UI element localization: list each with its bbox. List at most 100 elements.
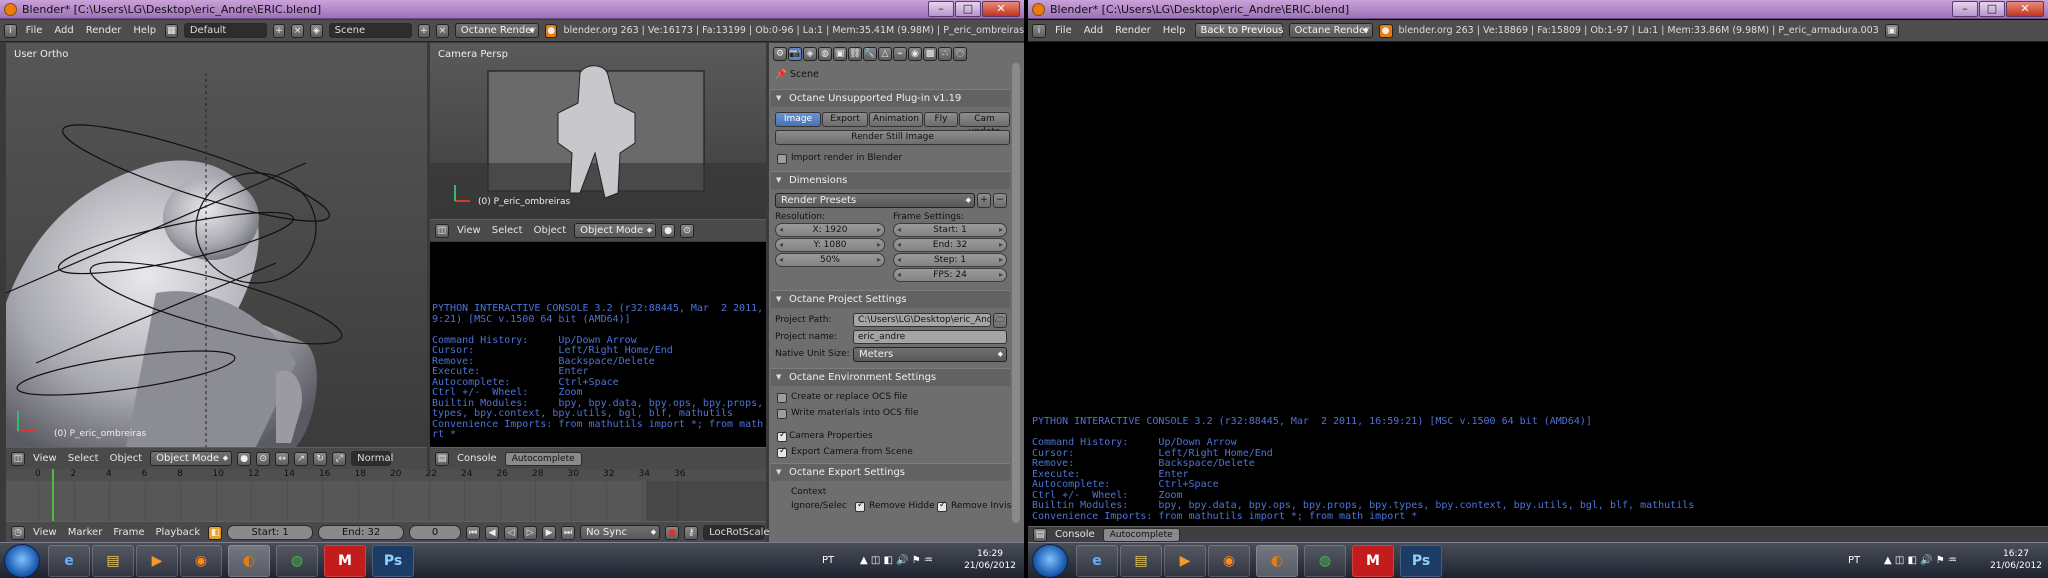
menu-help[interactable]: Help [1160, 25, 1189, 36]
properties-scrollbar[interactable] [1012, 63, 1020, 523]
maximize-button[interactable]: □ [1979, 1, 2005, 17]
editor-type-icon[interactable]: ◷ [11, 525, 25, 540]
taskbar-explorer[interactable]: ▤ [1120, 545, 1162, 577]
console-tab-autocomplete[interactable]: Autocomplete [1102, 527, 1180, 542]
frame-start-field[interactable]: Start: 1 [893, 223, 1007, 237]
panel-project-settings[interactable]: Octane Project Settings [771, 290, 1010, 308]
import-render-checkbox[interactable] [777, 154, 787, 164]
render-engine-dropdown[interactable]: Octane Render [1288, 23, 1373, 38]
start-button[interactable] [1032, 544, 1068, 578]
editor-type-icon[interactable]: ▤ [1033, 527, 1047, 542]
render-context-icon[interactable]: 📷 [788, 47, 802, 61]
menu-add[interactable]: Add [1081, 25, 1106, 36]
editor-type-icon[interactable]: i [1032, 23, 1046, 38]
pivot-icon[interactable]: ⊙ [680, 223, 695, 238]
data-icon[interactable]: △ [878, 47, 892, 61]
material-icon[interactable]: ◉ [908, 47, 922, 61]
menu-object[interactable]: Object [531, 225, 570, 236]
record-icon[interactable]: ● [665, 525, 680, 540]
preset-remove-button[interactable]: − [993, 193, 1007, 208]
python-console[interactable]: PYTHON INTERACTIVE CONSOLE 3.2 (r32:8844… [430, 242, 766, 447]
menu-playback[interactable]: Playback [152, 527, 203, 538]
taskbar-chrome[interactable]: ◍ [1304, 545, 1346, 577]
layout-add-icon[interactable]: + [272, 23, 286, 38]
editor-type-icon[interactable]: ◫ [435, 223, 449, 238]
tray-language[interactable]: PT [822, 555, 834, 566]
taskbar-m-app[interactable]: M [1352, 545, 1394, 577]
export-camera-checkbox[interactable] [777, 446, 787, 458]
range-icon[interactable]: ◧ [208, 525, 223, 540]
taskbar-photoshop[interactable]: Ps [372, 545, 414, 577]
frame-end-field[interactable]: End: 32 [893, 238, 1007, 252]
render-presets-dropdown[interactable]: Render Presets [775, 193, 975, 208]
taskbar-m-app[interactable]: M [324, 545, 366, 577]
editor-type-icon[interactable]: ⚙ [773, 47, 787, 61]
remove-invisible-checkbox[interactable] [937, 500, 947, 512]
tray-clock[interactable]: 16:27 21/06/2012 [1986, 548, 2046, 572]
translate-icon[interactable]: ↗ [294, 451, 309, 466]
close-button[interactable]: ✕ [982, 1, 1020, 17]
preset-add-button[interactable]: + [977, 193, 991, 208]
menu-view[interactable]: View [30, 527, 60, 538]
editor-type-icon[interactable]: ◫ [11, 451, 25, 466]
jump-end-icon[interactable]: ⏭ [561, 525, 576, 540]
menu-select[interactable]: Select [489, 225, 526, 236]
menu-add[interactable]: Add [51, 25, 76, 36]
tray-icons[interactable]: ▲ ◫ ◧ 🔊 ⚑ ♒ [1884, 555, 1957, 566]
remove-hidden-checkbox[interactable] [855, 500, 865, 512]
tab-fly[interactable]: Fly [924, 112, 958, 127]
menu-file[interactable]: File [23, 25, 46, 36]
layout-field[interactable]: Default [183, 23, 267, 38]
mode-dropdown[interactable]: Object Mode [150, 451, 233, 466]
scene-context-icon[interactable]: ◈ [803, 47, 817, 61]
camera-properties-checkbox[interactable] [777, 430, 787, 442]
create-ocs-checkbox[interactable] [777, 393, 787, 403]
play-icon[interactable]: ▷ [523, 525, 538, 540]
end-frame-field[interactable]: End: 32 [318, 525, 405, 540]
taskbar-photoshop[interactable]: Ps [1400, 545, 1442, 577]
bone-icon[interactable]: ⌁ [893, 47, 907, 61]
tray-clock[interactable]: 16:29 21/06/2012 [960, 548, 1020, 572]
fps-field[interactable]: FPS: 24 [893, 268, 1007, 282]
jump-start-icon[interactable]: ⏮ [466, 525, 481, 540]
tray-language[interactable]: PT [1848, 555, 1860, 566]
tab-cam-update[interactable]: Cam update [959, 112, 1010, 137]
back-to-previous-button[interactable]: Back to Previous [1194, 23, 1283, 38]
menu-file[interactable]: File [1052, 25, 1075, 36]
manipulator-icon[interactable]: ↔ [275, 451, 290, 466]
current-frame-field[interactable]: 0 [409, 525, 462, 540]
menu-help[interactable]: Help [130, 25, 159, 36]
layout-remove-icon[interactable]: × [291, 23, 304, 38]
taskbar-blender[interactable]: ◐ [1256, 545, 1298, 577]
tab-export[interactable]: Export [822, 112, 868, 127]
resolution-y-field[interactable]: Y: 1080 [775, 238, 885, 252]
tab-image[interactable]: Image [775, 112, 821, 127]
next-key-icon[interactable]: ▶ [542, 525, 557, 540]
console-tab-console[interactable]: Console [454, 453, 500, 464]
console-tab-console[interactable]: Console [1052, 529, 1098, 540]
taskbar-media[interactable]: ▶ [1164, 545, 1206, 577]
resolution-x-field[interactable]: X: 1920 [775, 223, 885, 237]
start-button[interactable] [4, 544, 40, 578]
menu-frame[interactable]: Frame [110, 527, 147, 538]
taskbar-explorer[interactable]: ▤ [92, 545, 134, 577]
console-tab-autocomplete[interactable]: Autocomplete [504, 451, 582, 466]
scale-icon[interactable]: ⤢ [332, 451, 347, 466]
viewport-user-ortho[interactable]: User Ortho (0) P_eric_ombreiras [6, 43, 427, 447]
render-still-button[interactable]: Render Still Image [775, 130, 1010, 145]
viewport-camera-persp[interactable]: Camera Persp (0) P_eric_ombreiras [430, 43, 766, 219]
taskbar-ie[interactable]: e [48, 545, 90, 577]
scene-field[interactable]: Scene [328, 23, 412, 38]
taskbar-chrome[interactable]: ◍ [276, 545, 318, 577]
screen-icon[interactable]: ▣ [1884, 23, 1899, 38]
minimize-button[interactable]: – [928, 1, 954, 17]
frame-step-field[interactable]: Step: 1 [893, 253, 1007, 267]
shading-icon[interactable]: ● [237, 451, 252, 466]
prev-key-icon[interactable]: ◀ [485, 525, 500, 540]
taskbar-blender[interactable]: ◐ [228, 545, 270, 577]
pivot-icon[interactable]: ⊙ [256, 451, 271, 466]
taskbar-firefox[interactable]: ◉ [180, 545, 222, 577]
maximize-button[interactable]: □ [955, 1, 981, 17]
menu-marker[interactable]: Marker [65, 527, 106, 538]
tray-icons[interactable]: ▲ ◫ ◧ 🔊 ⚑ ♒ [860, 555, 933, 566]
